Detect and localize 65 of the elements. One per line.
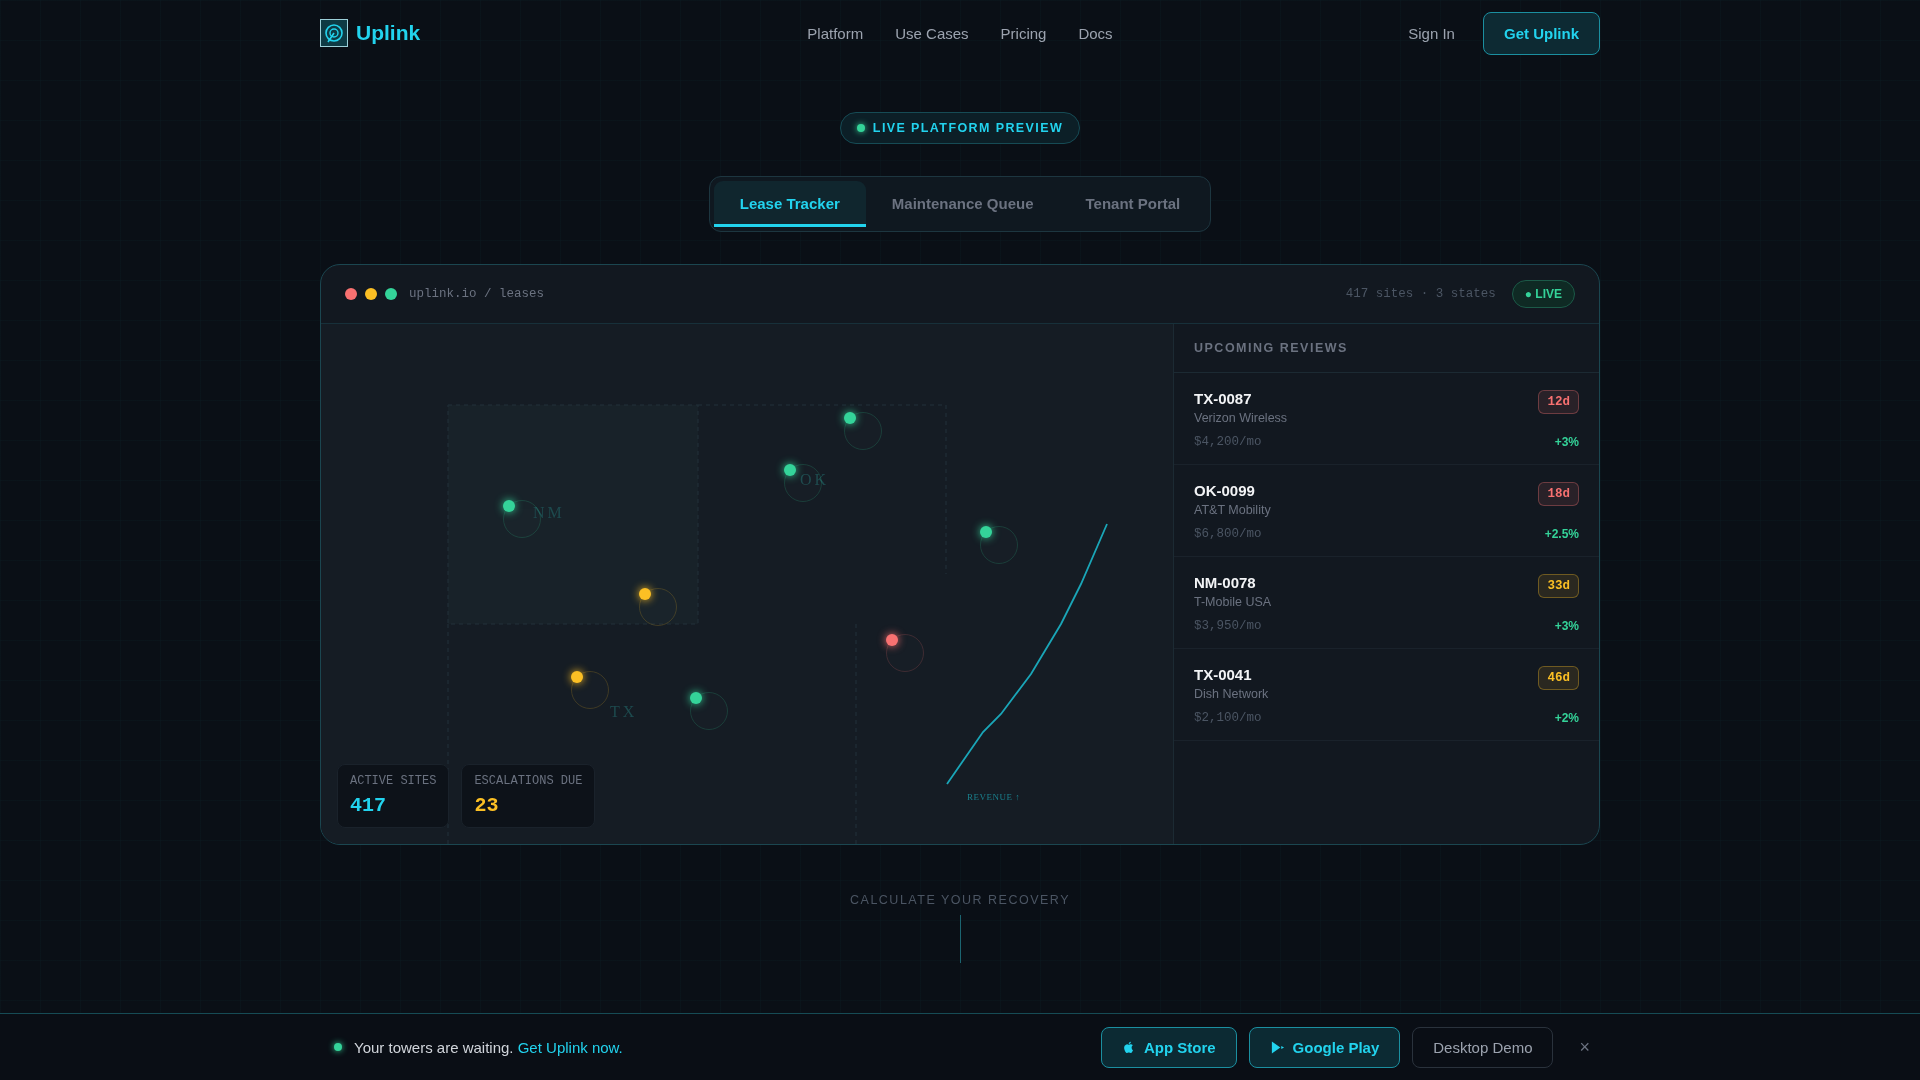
panel-heading: UPCOMING REVIEWS <box>1174 324 1599 373</box>
brand-name[interactable]: Uplink <box>356 21 421 45</box>
site-id: TX-0041 <box>1194 666 1253 683</box>
site-marker[interactable] <box>886 634 898 646</box>
escalation-rate: +3% <box>1554 619 1579 633</box>
rent-amount: $4,200/mo <box>1194 435 1263 449</box>
days-due-badge: 12d <box>1538 390 1579 414</box>
escalation-rate: +2.5% <box>1544 527 1579 541</box>
banner-message: Your towers are waiting. Get Uplink now. <box>354 1038 623 1056</box>
site-marker[interactable] <box>784 464 796 476</box>
review-row[interactable]: TX-0041 Dish Network $2,100/mo 46d +2% <box>1174 649 1599 741</box>
tab[interactable]: Lease Tracker <box>713 181 866 227</box>
nav-link[interactable]: Platform <box>807 24 864 42</box>
stat-value: 23 <box>474 794 500 817</box>
site-id: TX-0087 <box>1194 390 1253 407</box>
escalation-rate: +3% <box>1554 435 1579 449</box>
desktop-demo-button[interactable]: Desktop Demo <box>1412 1026 1554 1068</box>
google-play-button[interactable]: Google Play <box>1248 1026 1401 1068</box>
sign-in-link[interactable]: Sign In <box>1408 24 1455 42</box>
tab[interactable]: Tenant Portal <box>1059 181 1207 227</box>
site-marker[interactable] <box>571 671 583 683</box>
escalation-rate: +2% <box>1554 711 1579 725</box>
tenant-name: AT&T Mobility <box>1194 503 1271 517</box>
site-id: OK-0099 <box>1194 482 1256 499</box>
play-icon <box>1269 1039 1285 1055</box>
site-summary: 417 sites · 3 states <box>1345 287 1496 301</box>
days-due-badge: 46d <box>1538 666 1579 690</box>
app-store-button[interactable]: App Store <box>1100 1026 1237 1068</box>
window-dot-icon <box>385 288 397 300</box>
review-row[interactable]: NM-0078 T-Mobile USA $3,950/mo 33d +3% <box>1174 557 1599 649</box>
chart-label: REVENUE ↑ <box>967 792 1021 802</box>
section-label: CALCULATE YOUR RECOVERY <box>850 893 1070 907</box>
days-due-badge: 18d <box>1538 482 1579 506</box>
site-marker[interactable] <box>690 692 702 704</box>
stat-label: ESCALATIONS DUE <box>474 774 583 788</box>
tab[interactable]: Maintenance Queue <box>865 181 1060 227</box>
tower-logo-icon <box>320 19 348 47</box>
review-row[interactable]: OK-0099 AT&T Mobility $6,800/mo 18d +2.5% <box>1174 465 1599 557</box>
status-dot-icon <box>334 1043 342 1051</box>
url-path: uplink.io / leases <box>409 287 545 301</box>
window-dot-icon <box>345 288 357 300</box>
close-button[interactable]: × <box>1569 1032 1600 1062</box>
rent-amount: $2,100/mo <box>1194 711 1263 725</box>
review-row[interactable]: TX-0087 Verizon Wireless $4,200/mo 12d +3% <box>1174 373 1599 465</box>
site-marker[interactable] <box>844 412 856 424</box>
status-dot-icon <box>856 124 865 132</box>
nav-link[interactable]: Docs <box>1078 24 1113 42</box>
get-uplink-link[interactable]: Get Uplink now. <box>517 1038 623 1056</box>
tenant-name: Dish Network <box>1194 687 1269 701</box>
badge-label: LIVE PLATFORM PREVIEW <box>872 121 1064 135</box>
rent-amount: $6,800/mo <box>1194 527 1263 541</box>
tenant-name: T-Mobile USA <box>1194 595 1272 609</box>
nav-link[interactable]: Pricing <box>1000 24 1047 42</box>
stat-value: 417 <box>350 794 387 817</box>
stat-label: ACTIVE SITES <box>350 774 437 788</box>
live-badge: ● LIVE <box>1511 280 1575 308</box>
site-id: NM-0078 <box>1194 574 1257 591</box>
rent-amount: $3,950/mo <box>1194 619 1263 633</box>
apple-icon <box>1121 1040 1136 1054</box>
get-uplink-button[interactable]: Get Uplink <box>1482 11 1600 55</box>
tenant-name: Verizon Wireless <box>1194 411 1288 425</box>
site-marker[interactable] <box>980 526 992 538</box>
window-dot-icon <box>365 288 377 300</box>
nav-link[interactable]: Use Cases <box>895 24 969 42</box>
days-due-badge: 33d <box>1538 574 1579 598</box>
